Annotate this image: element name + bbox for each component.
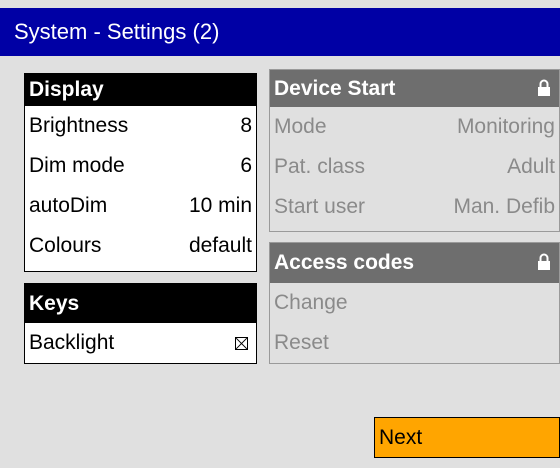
pat-class-row: Pat. class Adult xyxy=(270,147,559,187)
next-button[interactable]: Next xyxy=(374,417,560,458)
start-user-value: Man. Defib xyxy=(453,195,555,218)
display-header: Display xyxy=(25,74,256,106)
autodim-value: 10 min xyxy=(188,194,252,217)
keys-header: Keys xyxy=(25,284,256,323)
colours-row[interactable]: Colours default xyxy=(25,226,256,266)
colours-value: default xyxy=(188,234,252,257)
reset-label: Reset xyxy=(274,331,329,354)
device-start-title: Device Start xyxy=(274,77,396,100)
colours-label: Colours xyxy=(29,234,102,257)
brightness-value: 8 xyxy=(240,114,252,137)
brightness-row[interactable]: Brightness 8 xyxy=(25,106,256,146)
autodim-label: autoDim xyxy=(29,194,108,217)
access-codes-header: Access codes xyxy=(270,243,559,283)
backlight-checkbox[interactable] xyxy=(235,336,248,350)
dim-mode-value: 6 xyxy=(240,154,252,177)
lock-icon xyxy=(538,253,550,270)
device-start-panel: Device Start Mode Monitoring Pat. class … xyxy=(269,69,560,232)
access-codes-title: Access codes xyxy=(274,251,415,274)
start-user-label: Start user xyxy=(274,195,366,218)
window-title: System - Settings (2) xyxy=(0,8,560,56)
pat-class-label: Pat. class xyxy=(274,155,366,178)
access-codes-panel: Access codes Change Reset xyxy=(269,242,560,364)
mode-row: Mode Monitoring xyxy=(270,107,559,147)
change-row: Change xyxy=(270,283,559,323)
device-start-header: Device Start xyxy=(270,70,559,107)
change-label: Change xyxy=(274,291,348,314)
mode-value: Monitoring xyxy=(456,115,555,138)
backlight-label: Backlight xyxy=(29,331,115,354)
autodim-row[interactable]: autoDim 10 min xyxy=(25,186,256,226)
dim-mode-label: Dim mode xyxy=(29,154,125,177)
keys-panel: Keys Backlight xyxy=(24,283,257,364)
backlight-row[interactable]: Backlight xyxy=(25,323,256,363)
start-user-row: Start user Man. Defib xyxy=(270,187,559,227)
dim-mode-row[interactable]: Dim mode 6 xyxy=(25,146,256,186)
pat-class-value: Adult xyxy=(507,155,555,178)
reset-row: Reset xyxy=(270,323,559,363)
lock-icon xyxy=(538,79,550,96)
mode-label: Mode xyxy=(274,115,327,138)
brightness-label: Brightness xyxy=(29,114,129,137)
display-panel: Display Brightness 8 Dim mode 6 autoDim … xyxy=(24,73,257,272)
